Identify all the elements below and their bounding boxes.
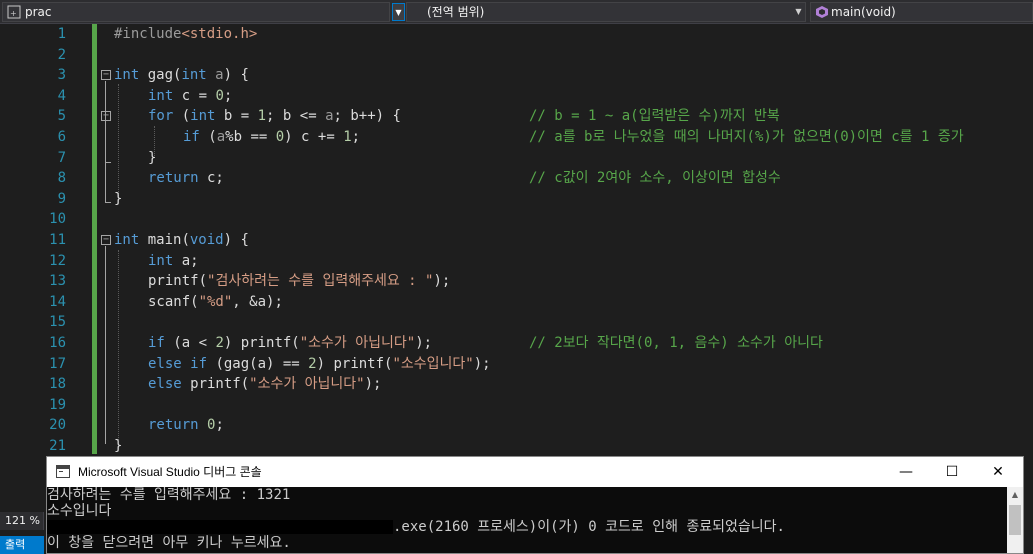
scrollbar-thumb[interactable] [1009, 505, 1021, 535]
console-scrollbar[interactable]: ▲ [1007, 487, 1023, 553]
fold-toggle-icon[interactable]: − [101, 70, 111, 80]
line-number: 7 [57, 149, 66, 166]
code-comment: // c값이 2여야 소수, 이상이면 합성수 [529, 170, 781, 187]
line-number: 15 [49, 314, 66, 331]
code-line: printf("검사하려는 수를 입력해주세요 : "); [148, 273, 451, 290]
code-comment: // a를 b로 나누었을 때의 나머지(%)가 없으면(0)이면 c를 1 증… [529, 129, 964, 145]
svg-text:+: + [10, 9, 17, 18]
scroll-up-icon[interactable]: ▲ [1007, 487, 1023, 503]
line-number: 10 [49, 211, 66, 228]
indent-guide [118, 250, 119, 440]
line-number: 8 [57, 170, 66, 187]
project-dropdown-arrow-icon[interactable]: ▼ [392, 3, 405, 21]
code-line: if (a < 2) printf("소수가 아닙니다"); [148, 335, 433, 351]
fold-end-marker [105, 162, 111, 163]
project-icon: + [7, 5, 21, 19]
close-button[interactable]: ✕ [975, 457, 1021, 487]
scope-label: (전역 범위) [427, 5, 485, 19]
code-line: scanf("%d", &a); [148, 293, 283, 310]
function-name: main(void) [831, 5, 896, 19]
code-line: } [114, 190, 123, 207]
line-number-margin: 1 2 3 4 5 6 7 8 9 10 11 12 13 14 15 16 1… [0, 24, 92, 454]
indent-guide [118, 84, 119, 196]
console-output[interactable]: 검사하려는 수를 입력해주세요 : 1321 소수입니다 .exe(2160 프… [47, 487, 1007, 553]
maximize-button[interactable]: ☐ [929, 457, 975, 487]
code-line: int a; [148, 252, 199, 269]
line-number: 16 [49, 335, 66, 351]
line-number: 9 [57, 190, 66, 207]
console-title: Microsoft Visual Studio 디버그 콘솔 [78, 465, 262, 479]
code-line: return c; [148, 170, 224, 187]
fold-end-marker [105, 202, 111, 203]
code-editor[interactable]: 1 2 3 4 5 6 7 8 9 10 11 12 13 14 15 16 1… [0, 24, 1033, 454]
console-line: .exe(2160 프로세스)이(가) 0 코드로 인해 종료되었습니다. [393, 519, 785, 535]
tab-output[interactable]: 출력 [0, 536, 44, 554]
code-line: int gag(int a) { [114, 67, 249, 84]
code-line: else if (gag(a) == 2) printf("소수입니다"); [148, 355, 491, 372]
debug-console-window[interactable]: Microsoft Visual Studio 디버그 콘솔 — ☐ ✕ 검사하… [46, 456, 1024, 554]
line-number: 20 [49, 417, 66, 434]
zoom-level[interactable]: 121 % [0, 512, 44, 530]
navigation-bar: + prac ▼ (전역 범위) ▼ main(void) [0, 0, 1033, 24]
code-comment: // 2보다 작다면(0, 1, 음수) 소수가 아니다 [529, 335, 823, 351]
code-line: int c = 0; [148, 87, 233, 104]
line-number: 21 [49, 438, 66, 454]
code-comment: // b = 1 ~ a(입력받은 수)까지 반복 [529, 108, 780, 125]
fold-toggle-icon[interactable]: − [101, 235, 111, 245]
line-number: 5 [57, 108, 66, 125]
console-titlebar[interactable]: Microsoft Visual Studio 디버그 콘솔 — ☐ ✕ [47, 457, 1023, 487]
code-line: if (a%b == 0) c += 1; [183, 129, 361, 145]
project-dropdown[interactable]: + prac [2, 2, 390, 22]
scope-dropdown-arrow-icon[interactable]: ▼ [792, 3, 805, 21]
code-line: else printf("소수가 아닙니다"); [148, 376, 382, 393]
line-number: 11 [49, 232, 66, 248]
line-number: 2 [57, 46, 66, 63]
code-line: } [148, 149, 157, 166]
line-number: 6 [57, 129, 66, 145]
line-number: 17 [49, 355, 66, 372]
code-line: #include<stdio.h> [114, 26, 258, 42]
function-dropdown[interactable]: main(void) [810, 2, 1033, 22]
minimize-button[interactable]: — [883, 457, 929, 487]
line-number: 1 [57, 26, 66, 42]
console-app-icon [56, 465, 70, 478]
line-number: 14 [49, 293, 66, 310]
project-name: prac [25, 5, 52, 19]
console-line: 검사하려는 수를 입력해주세요 : 1321 [47, 487, 291, 503]
scope-dropdown[interactable]: (전역 범위) [406, 2, 806, 22]
fold-guide [105, 246, 106, 444]
line-number: 4 [57, 87, 66, 104]
fold-guide [105, 81, 106, 202]
code-line: int main(void) { [114, 232, 249, 248]
console-line: 소수입니다 [47, 503, 112, 519]
line-number: 12 [49, 252, 66, 269]
line-number: 19 [49, 396, 66, 413]
fold-toggle-icon[interactable]: − [101, 111, 111, 121]
line-number: 3 [57, 67, 66, 84]
line-number: 13 [49, 273, 66, 290]
code-line: for (int b = 1; b <= a; b++) { [148, 108, 401, 125]
change-tracking-bar [92, 24, 97, 454]
code-line: return 0; [148, 417, 224, 434]
console-line: 이 창을 닫으려면 아무 키나 누르세요. [47, 535, 291, 551]
redacted-path [47, 520, 393, 534]
method-icon [816, 6, 828, 18]
line-number: 18 [49, 376, 66, 393]
code-line: } [114, 438, 123, 454]
